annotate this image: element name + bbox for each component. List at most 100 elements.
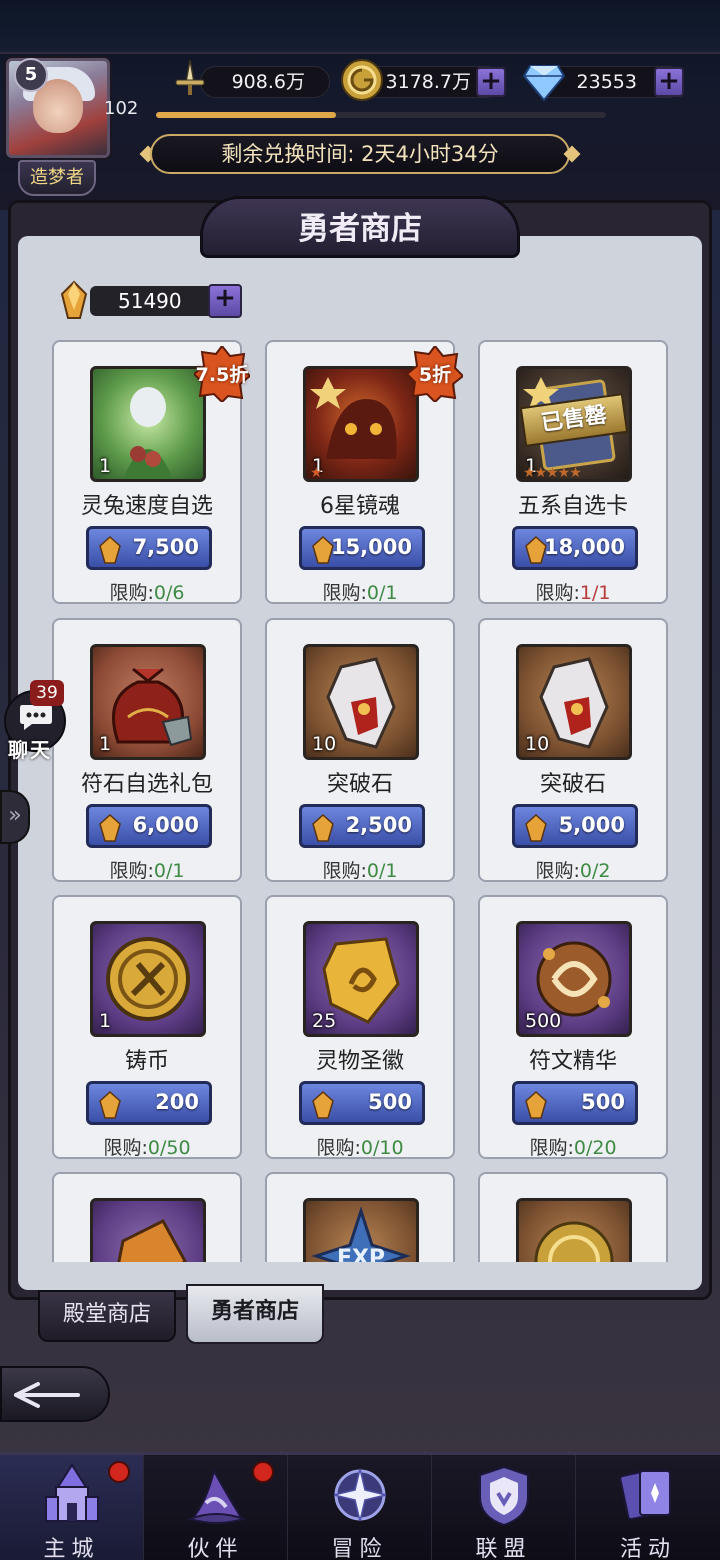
purchase-limit: 限购:0/50: [103, 1137, 191, 1159]
purchase-limit: 限购:0/1: [109, 860, 185, 882]
player-level: 5: [14, 58, 48, 92]
price-button[interactable]: 6,000: [86, 804, 212, 848]
shop-item-card[interactable]: 25 灵物圣徽 500 限购:0/10: [265, 895, 455, 1159]
item-name: 突破石: [539, 772, 606, 797]
item-name: 灵兔速度自选: [80, 494, 213, 519]
shop-item-card[interactable]: 1 符石自选礼包 6,000 限购:0/1: [52, 618, 242, 882]
amber-crystal-icon: [525, 814, 547, 842]
item-image: 25: [303, 921, 419, 1037]
item-name: 灵物圣徽: [315, 1049, 404, 1074]
shop-item-card[interactable]: [52, 1172, 242, 1262]
chat-label: 聊天: [8, 738, 52, 762]
power-value: 908.6万: [231, 71, 305, 93]
player-title-badge[interactable]: 造梦者: [18, 160, 96, 196]
cards-icon: [619, 1469, 671, 1521]
item-price: 500: [368, 1090, 412, 1114]
price-button[interactable]: 5,000: [512, 804, 638, 848]
amber-crystal-icon: [99, 1091, 121, 1119]
amber-crystal-icon: [60, 280, 88, 319]
amber-crystal-icon: [525, 1091, 547, 1119]
item-name: 五系自选卡: [517, 494, 628, 519]
shop-item-card[interactable]: 500 符文精华 500 限购:0/20: [478, 895, 668, 1159]
side-expand-icon[interactable]: »: [0, 790, 30, 844]
price-button[interactable]: 500: [299, 1081, 425, 1125]
amber-crystal-icon: [99, 814, 121, 842]
item-price: 500: [581, 1090, 625, 1114]
item-name: 符石自选礼包: [80, 772, 213, 797]
item-name: 符文精华: [528, 1049, 617, 1074]
exchange-timer: 剩余兑换时间: 2天4小时34分: [150, 134, 570, 174]
purchase-limit: 限购:0/2: [535, 860, 611, 882]
player-level-number: 102: [104, 98, 139, 119]
shop-item-card[interactable]: 10 突破石 5,000 限购:0/2: [478, 618, 668, 882]
discount-badge: 5折: [405, 344, 465, 404]
shop-item-card[interactable]: 1 铸币 200 限购:0/50: [52, 895, 242, 1159]
price-button[interactable]: 2,500: [299, 804, 425, 848]
item-image: [90, 1198, 206, 1262]
nav-alliance[interactable]: 联盟: [432, 1455, 576, 1560]
shop-item-card[interactable]: EXP: [265, 1172, 455, 1262]
sword-icon: [175, 59, 205, 95]
item-price: 15,000: [330, 535, 412, 559]
price-button[interactable]: 18,000: [512, 526, 638, 570]
price-button[interactable]: 500: [512, 1081, 638, 1125]
gold-coin-icon: [341, 59, 383, 101]
item-name: 6星镜魂: [320, 494, 400, 519]
shield-icon: [479, 1465, 529, 1527]
shop-item-grid[interactable]: 1 7.5折 灵兔速度自选 7,500 限购:0/6 1 ★ 5折 6星镜魂 1…: [20, 338, 700, 1262]
item-price: 2,500: [345, 813, 412, 837]
item-name: 突破石: [326, 772, 393, 797]
item-price: 18,000: [543, 535, 625, 559]
item-price: 7,500: [132, 535, 199, 559]
castle-icon: [45, 1463, 99, 1522]
star-rating: ★★★★★: [523, 465, 582, 481]
nav-activity[interactable]: 活动: [576, 1455, 720, 1560]
purchase-limit: 限购:0/10: [316, 1137, 404, 1159]
shop-currency-add-button[interactable]: +: [208, 284, 242, 318]
nav-main-city[interactable]: 主城: [0, 1455, 144, 1560]
wizard-hat-icon: [186, 1468, 246, 1524]
exp-bar: [156, 112, 606, 118]
shop-item-card[interactable]: 1 ★★★★★ 已售罄 五系自选卡 18,000 限购:1/1: [478, 340, 668, 604]
gold-add-button[interactable]: +: [476, 67, 506, 97]
shop-item-card[interactable]: [478, 1172, 668, 1262]
purchase-limit: 限购:0/1: [322, 860, 398, 882]
tab-hero-shop[interactable]: 勇者商店: [186, 1284, 324, 1344]
bottom-nav: 主城 伙伴 冒险 联盟 活动: [0, 1452, 720, 1560]
diamond-add-button[interactable]: +: [654, 67, 684, 97]
item-price: 200: [155, 1090, 199, 1114]
compass-star-icon: [333, 1468, 387, 1522]
amber-crystal-icon: [312, 814, 334, 842]
purchase-limit: 限购:1/1: [535, 582, 611, 604]
purchase-limit: 限购:0/20: [529, 1137, 617, 1159]
shop-item-card[interactable]: 10 突破石 2,500 限购:0/1: [265, 618, 455, 882]
diamond-icon: [522, 65, 566, 102]
item-price: 5,000: [558, 813, 625, 837]
discount-badge: 7.5折: [192, 344, 252, 404]
purchase-limit: 限购:0/1: [322, 582, 398, 604]
item-image: 1: [90, 921, 206, 1037]
shop-item-card[interactable]: 1 ★ 5折 6星镜魂 15,000 限购:0/1: [265, 340, 465, 604]
exp-bar-fill: [156, 112, 336, 118]
item-price: 6,000: [132, 813, 199, 837]
nav-partner[interactable]: 伙伴: [144, 1455, 288, 1560]
item-image: 10: [303, 644, 419, 760]
price-button[interactable]: 15,000: [299, 526, 425, 570]
item-image: [516, 1198, 632, 1262]
item-image: 500: [516, 921, 632, 1037]
back-button[interactable]: [0, 1366, 110, 1422]
nav-adventure[interactable]: 冒险: [288, 1455, 432, 1560]
amber-crystal-icon: [312, 1091, 334, 1119]
item-name: 铸币: [124, 1049, 169, 1074]
shop-title: 勇者商店: [298, 211, 422, 247]
price-button[interactable]: 200: [86, 1081, 212, 1125]
tab-hall-shop[interactable]: 殿堂商店: [38, 1290, 176, 1342]
back-arrow-icon: [14, 1382, 80, 1408]
item-image: 1: [90, 366, 206, 482]
svg-text:EXP: EXP: [337, 1246, 385, 1262]
item-image: 1 ★: [303, 366, 419, 482]
item-image: EXP: [303, 1198, 419, 1262]
notification-dot: [252, 1461, 274, 1483]
shop-item-card[interactable]: 1 7.5折 灵兔速度自选 7,500 限购:0/6: [52, 340, 252, 604]
price-button[interactable]: 7,500: [86, 526, 212, 570]
